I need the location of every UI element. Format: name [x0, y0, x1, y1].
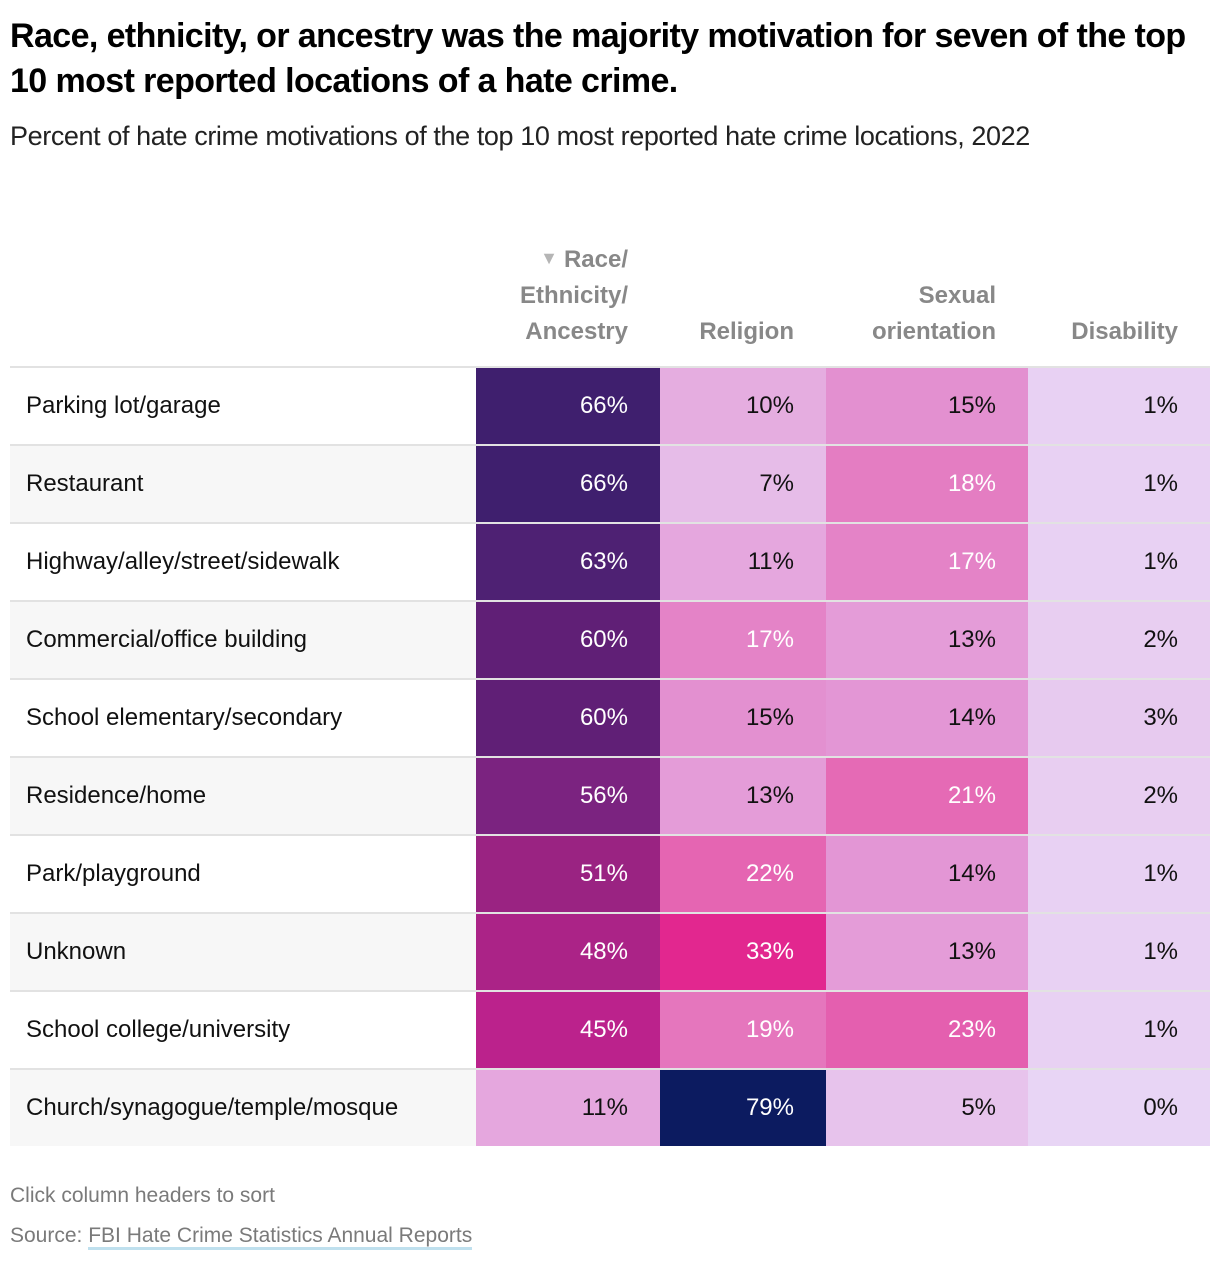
heat-cell-disability: 1%: [1028, 913, 1210, 992]
table-row: Church/synagogue/temple/mosque 11% 79% 5% 0%: [10, 1069, 1210, 1146]
table-row: School elementary/secondary 60% 15% 14% 3%: [10, 679, 1210, 758]
heat-cell-disability: 3%: [1028, 679, 1210, 758]
source-line: Source: FBI Hate Crime Statistics Annual…: [10, 1224, 473, 1250]
sort-descending-icon: ▼: [540, 248, 558, 268]
heat-cell-race: 56%: [476, 757, 660, 836]
heat-cell-disability: 2%: [1028, 757, 1210, 836]
heat-cell-sexual-orientation: 14%: [826, 679, 1028, 758]
heat-cell-religion: 33%: [660, 913, 826, 992]
heat-cell-religion: 22%: [660, 835, 826, 914]
heat-cell-sexual-orientation: 15%: [826, 367, 1028, 446]
column-header-label: Disability: [1071, 318, 1178, 345]
column-header-disability[interactable]: Disability: [1028, 240, 1210, 368]
heat-cell-disability: 1%: [1028, 835, 1210, 914]
column-header-label: Religion: [699, 318, 794, 345]
heat-cell-race: 66%: [476, 445, 660, 524]
table-row: Park/playground 51% 22% 14% 1%: [10, 835, 1210, 914]
source-prefix: Source:: [10, 1224, 89, 1247]
table-row: Unknown 48% 33% 13% 1%: [10, 913, 1210, 992]
heat-cell-religion: 10%: [660, 367, 826, 446]
row-label: Parking lot/garage: [10, 367, 476, 446]
column-header-label: Race/ Ethnicity/ Ancestry: [519, 246, 628, 345]
chart-subtitle: Percent of hate crime motivations of the…: [10, 121, 1030, 151]
column-header-sexual-orientation[interactable]: Sexual orientation: [826, 240, 1028, 368]
heat-cell-religion: 19%: [660, 991, 826, 1070]
column-header-location: [10, 240, 476, 368]
heat-cell-race: 66%: [476, 367, 660, 446]
heat-cell-religion: 17%: [660, 601, 826, 680]
column-header-label: Sexual orientation: [872, 282, 996, 345]
table-row: Parking lot/garage 66% 10% 15% 1%: [10, 367, 1210, 446]
table-row: Highway/alley/street/sidewalk 63% 11% 17% 1%: [10, 523, 1210, 602]
row-label: Residence/home: [10, 757, 476, 836]
column-header-religion[interactable]: Religion: [660, 240, 826, 368]
column-header-race[interactable]: ▼ Race/ Ethnicity/ Ancestry: [476, 240, 660, 368]
heat-cell-race: 11%: [476, 1069, 660, 1146]
heat-cell-disability: 2%: [1028, 601, 1210, 680]
heat-cell-sexual-orientation: 14%: [826, 835, 1028, 914]
heat-cell-religion: 79%: [660, 1069, 826, 1146]
heat-cell-sexual-orientation: 18%: [826, 445, 1028, 524]
table-row: School college/university 45% 19% 23% 1%: [10, 991, 1210, 1070]
heat-cell-religion: 11%: [660, 523, 826, 602]
heat-cell-race: 45%: [476, 991, 660, 1070]
row-label: Restaurant: [10, 445, 476, 524]
row-label: Unknown: [10, 913, 476, 992]
heat-cell-disability: 0%: [1028, 1069, 1210, 1146]
sort-hint: Click column headers to sort: [10, 1184, 275, 1207]
row-label: Park/playground: [10, 835, 476, 914]
row-label: Highway/alley/street/sidewalk: [10, 523, 476, 602]
heat-cell-religion: 7%: [660, 445, 826, 524]
row-label: Commercial/office building: [10, 601, 476, 680]
table-row: Commercial/office building 60% 17% 13% 2%: [10, 601, 1210, 680]
heat-cell-sexual-orientation: 5%: [826, 1069, 1028, 1146]
heat-cell-disability: 1%: [1028, 367, 1210, 446]
heat-cell-race: 48%: [476, 913, 660, 992]
heatmap-table: ▼ Race/ Ethnicity/ Ancestry Religion Sexu…: [10, 240, 1210, 1146]
heat-cell-religion: 13%: [660, 757, 826, 836]
heat-cell-sexual-orientation: 21%: [826, 757, 1028, 836]
heat-cell-race: 51%: [476, 835, 660, 914]
heat-cell-sexual-orientation: 13%: [826, 601, 1028, 680]
heat-cell-race: 60%: [476, 679, 660, 758]
heat-cell-sexual-orientation: 13%: [826, 913, 1028, 992]
row-label: Church/synagogue/temple/mosque: [10, 1069, 476, 1146]
heat-cell-sexual-orientation: 23%: [826, 991, 1028, 1070]
row-label: School college/university: [10, 991, 476, 1070]
source-link[interactable]: FBI Hate Crime Statistics Annual Reports: [88, 1224, 473, 1250]
heat-cell-disability: 1%: [1028, 445, 1210, 524]
heat-cell-race: 63%: [476, 523, 660, 602]
table-row: Residence/home 56% 13% 21% 2%: [10, 757, 1210, 836]
header-row: ▼ Race/ Ethnicity/ Ancestry Religion Sexu…: [10, 240, 1210, 368]
heat-cell-sexual-orientation: 17%: [826, 523, 1028, 602]
chart-title: Race, ethnicity, or ancestry was the maj…: [10, 17, 1186, 100]
heat-cell-religion: 15%: [660, 679, 826, 758]
table-row: Restaurant 66% 7% 18% 1%: [10, 445, 1210, 524]
table-body: Parking lot/garage 66% 10% 15% 1% Restaurant 6…: [10, 367, 1210, 1146]
row-label: School elementary/secondary: [10, 679, 476, 758]
heat-cell-disability: 1%: [1028, 523, 1210, 602]
heat-cell-race: 60%: [476, 601, 660, 680]
heat-cell-disability: 1%: [1028, 991, 1210, 1070]
